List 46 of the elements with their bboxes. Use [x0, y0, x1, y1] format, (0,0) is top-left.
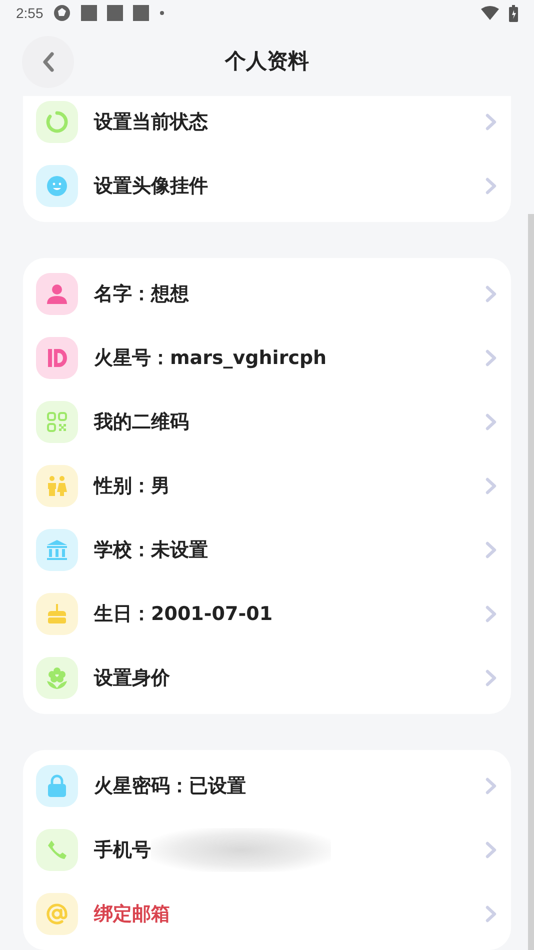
chevron-right-icon	[485, 477, 497, 495]
chevron-right-icon	[485, 841, 497, 859]
settings-row[interactable]: 手机号	[23, 818, 511, 882]
row-label: 火星密码：已设置	[94, 774, 246, 799]
wifi-icon	[481, 6, 499, 20]
settings-row[interactable]: 学校：未设置	[23, 518, 511, 582]
settings-row[interactable]: 绑定邮箱	[23, 882, 511, 946]
chevron-right-icon	[485, 177, 497, 195]
page-title: 个人资料	[225, 48, 309, 75]
settings-row[interactable]: 火星号：mars_vghircph	[23, 326, 511, 390]
aperture-icon	[53, 4, 72, 22]
row-label: 设置当前状态	[94, 110, 208, 135]
row-label: 火星号：mars_vghircph	[94, 346, 327, 371]
chevron-right-icon	[485, 113, 497, 131]
settings-row[interactable]: 名字：想想	[23, 262, 511, 326]
chevron-right-icon	[485, 905, 497, 923]
chevron-left-icon	[41, 51, 55, 73]
row-label: 我的二维码	[94, 410, 189, 435]
dot-icon	[159, 10, 166, 16]
settings-row[interactable]: 设置当前状态	[23, 96, 511, 154]
row-label: 生日：2001-07-01	[94, 602, 273, 627]
settings-row[interactable]: 性别：男	[23, 454, 511, 518]
chevron-right-icon	[485, 777, 497, 795]
notification-icon	[107, 5, 124, 21]
chevron-right-icon	[485, 605, 497, 623]
settings-row[interactable]: 设置头像挂件	[23, 154, 511, 218]
chevron-right-icon	[485, 413, 497, 431]
chevron-right-icon	[485, 349, 497, 367]
row-label: 设置头像挂件	[94, 174, 208, 199]
row-label: 手机号	[94, 838, 151, 863]
notification-icon	[133, 5, 150, 21]
settings-row[interactable]: 我的二维码	[23, 390, 511, 454]
row-label: 性别：男	[94, 474, 170, 499]
status-time: 2:55	[16, 5, 44, 21]
row-label: 名字：想想	[94, 282, 189, 307]
settings-row[interactable]: 设置身价	[23, 646, 511, 710]
chevron-right-icon	[485, 285, 497, 303]
settings-row[interactable]: 火星密码：已设置	[23, 754, 511, 818]
chevron-right-icon	[485, 541, 497, 559]
row-label: 绑定邮箱	[94, 902, 170, 927]
settings-row[interactable]: 生日：2001-07-01	[23, 582, 511, 646]
notification-icon	[81, 5, 98, 21]
chevron-right-icon	[485, 669, 497, 687]
row-label: 学校：未设置	[94, 538, 208, 563]
row-label: 设置身价	[94, 666, 170, 691]
battery-icon	[509, 4, 518, 22]
